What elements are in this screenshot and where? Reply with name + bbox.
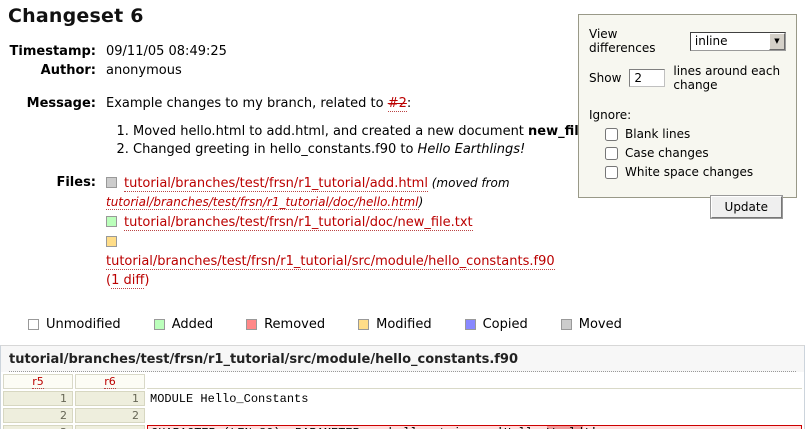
code-line (147, 408, 802, 423)
diff-file-link[interactable]: tutorial/branches/test/frsn/r1_tutorial/… (9, 352, 796, 372)
code-line-removed: CHARACTER (LEN=80), PARAMETER :: hello_s… (147, 425, 802, 429)
modified-status-icon (106, 236, 117, 247)
new-lineno (75, 425, 145, 429)
white-space-checkbox[interactable] (605, 166, 618, 179)
diff-row-unmod: 2 2 (3, 408, 802, 423)
update-row: Update (589, 196, 786, 218)
legend-modified: Modified (358, 317, 431, 332)
diff-legend: Unmodified Added Removed Modified Copied… (28, 317, 797, 332)
message-list-item: Moved hello.html to add.html, and create… (133, 123, 613, 141)
author-value: anonymous (106, 62, 182, 80)
selected-option: inline (691, 33, 769, 50)
old-lineno: 3 (3, 425, 73, 429)
diff-row-removed: 3 CHARACTER (LEN=80), PARAMETER :: hello… (3, 425, 802, 429)
legend-removed: Removed (246, 317, 325, 332)
file-link-new-file-txt[interactable]: tutorial/branches/test/frsn/r1_tutorial/… (124, 215, 473, 231)
blank-lines-row: Blank lines (605, 127, 786, 141)
diff-table: r5 r6 1 1 MODULE Hello_Constants 2 2 3 C… (1, 372, 804, 429)
diff-row-unmod: 1 1 MODULE Hello_Constants (3, 391, 802, 406)
context-lines-row: Show lines around each change (589, 64, 786, 92)
unmodified-swatch (28, 319, 39, 330)
moved-status-icon (106, 177, 117, 188)
message-label: Message: (8, 95, 106, 113)
ticket-link[interactable]: #2 (388, 96, 407, 112)
files-label: Files: (8, 174, 106, 192)
diff-header-row: r5 r6 (3, 374, 802, 389)
view-differences-row: View differences inline ▼ (589, 27, 786, 55)
new-lineno: 2 (75, 408, 145, 423)
removed-swatch (246, 319, 257, 330)
legend-unmodified: Unmodified (28, 317, 121, 332)
dropdown-arrow-icon[interactable]: ▼ (769, 33, 785, 50)
diff-options-panel: View differences inline ▼ Show lines aro… (578, 14, 797, 198)
file-link-hello-constants[interactable]: tutorial/branches/test/frsn/r1_tutorial/… (106, 254, 555, 270)
timestamp-label: Timestamp: (8, 43, 106, 61)
message-colon: : (407, 96, 411, 111)
old-revision-header: r5 (3, 374, 73, 389)
old-lineno: 2 (3, 408, 73, 423)
case-changes-row: Case changes (605, 146, 786, 160)
diff-count-link[interactable]: 1 diff (111, 273, 144, 289)
update-button[interactable]: Update (711, 196, 782, 218)
code-column-header (147, 374, 802, 389)
old-lineno: 1 (3, 391, 73, 406)
added-status-icon (106, 216, 117, 227)
view-differences-label: View differences (589, 27, 684, 55)
file-item-added: tutorial/branches/test/frsn/r1_tutorial/… (106, 213, 558, 232)
file-item-modified: tutorial/branches/test/frsn/r1_tutorial/… (106, 233, 558, 290)
legend-added: Added (154, 317, 213, 332)
message-intro: Example changes to my branch, related to (106, 96, 388, 111)
context-lines-input[interactable] (629, 69, 665, 87)
moved-note: (moved from (428, 176, 510, 190)
blank-lines-checkbox[interactable] (605, 128, 618, 141)
moved-from-link[interactable]: tutorial/branches/test/frsn/r1_tutorial/… (106, 195, 419, 210)
white-space-row: White space changes (605, 165, 786, 179)
blank-lines-label: Blank lines (625, 127, 690, 141)
timestamp-value: 09/11/05 08:49:25 (106, 43, 227, 61)
diff-file-header: tutorial/branches/test/frsn/r1_tutorial/… (1, 346, 804, 372)
file-item-moved: tutorial/branches/test/frsn/r1_tutorial/… (106, 174, 558, 212)
added-swatch (154, 319, 165, 330)
message-list-item: Changed greeting in hello_constants.f90 … (133, 141, 613, 159)
legend-copied: Copied (465, 317, 528, 332)
files-list: tutorial/branches/test/frsn/r1_tutorial/… (106, 174, 558, 291)
new-greeting: Hello Earthlings! (418, 142, 526, 157)
case-changes-label: Case changes (625, 146, 709, 160)
author-label: Author: (8, 62, 106, 80)
ignore-label: Ignore: (589, 108, 786, 122)
case-changes-checkbox[interactable] (605, 147, 618, 160)
message-value: Example changes to my branch, related to… (106, 95, 613, 159)
white-space-label: White space changes (625, 165, 753, 179)
new-revision-link[interactable]: r6 (104, 375, 116, 389)
copied-swatch (465, 319, 476, 330)
new-lineno: 1 (75, 391, 145, 406)
show-label: Show (589, 71, 621, 85)
moved-swatch (561, 319, 572, 330)
old-revision-link[interactable]: r5 (32, 375, 44, 389)
new-revision-header: r6 (75, 374, 145, 389)
file-link-add-html[interactable]: tutorial/branches/test/frsn/r1_tutorial/… (124, 176, 428, 192)
show-suffix-label: lines around each change (673, 64, 786, 92)
code-line: MODULE Hello_Constants (147, 391, 802, 406)
legend-moved: Moved (561, 317, 622, 332)
view-differences-select[interactable]: inline ▼ (690, 32, 786, 51)
message-list: Moved hello.html to add.html, and create… (133, 123, 613, 159)
modified-swatch (358, 319, 369, 330)
diff-panel: tutorial/branches/test/frsn/r1_tutorial/… (0, 345, 805, 429)
